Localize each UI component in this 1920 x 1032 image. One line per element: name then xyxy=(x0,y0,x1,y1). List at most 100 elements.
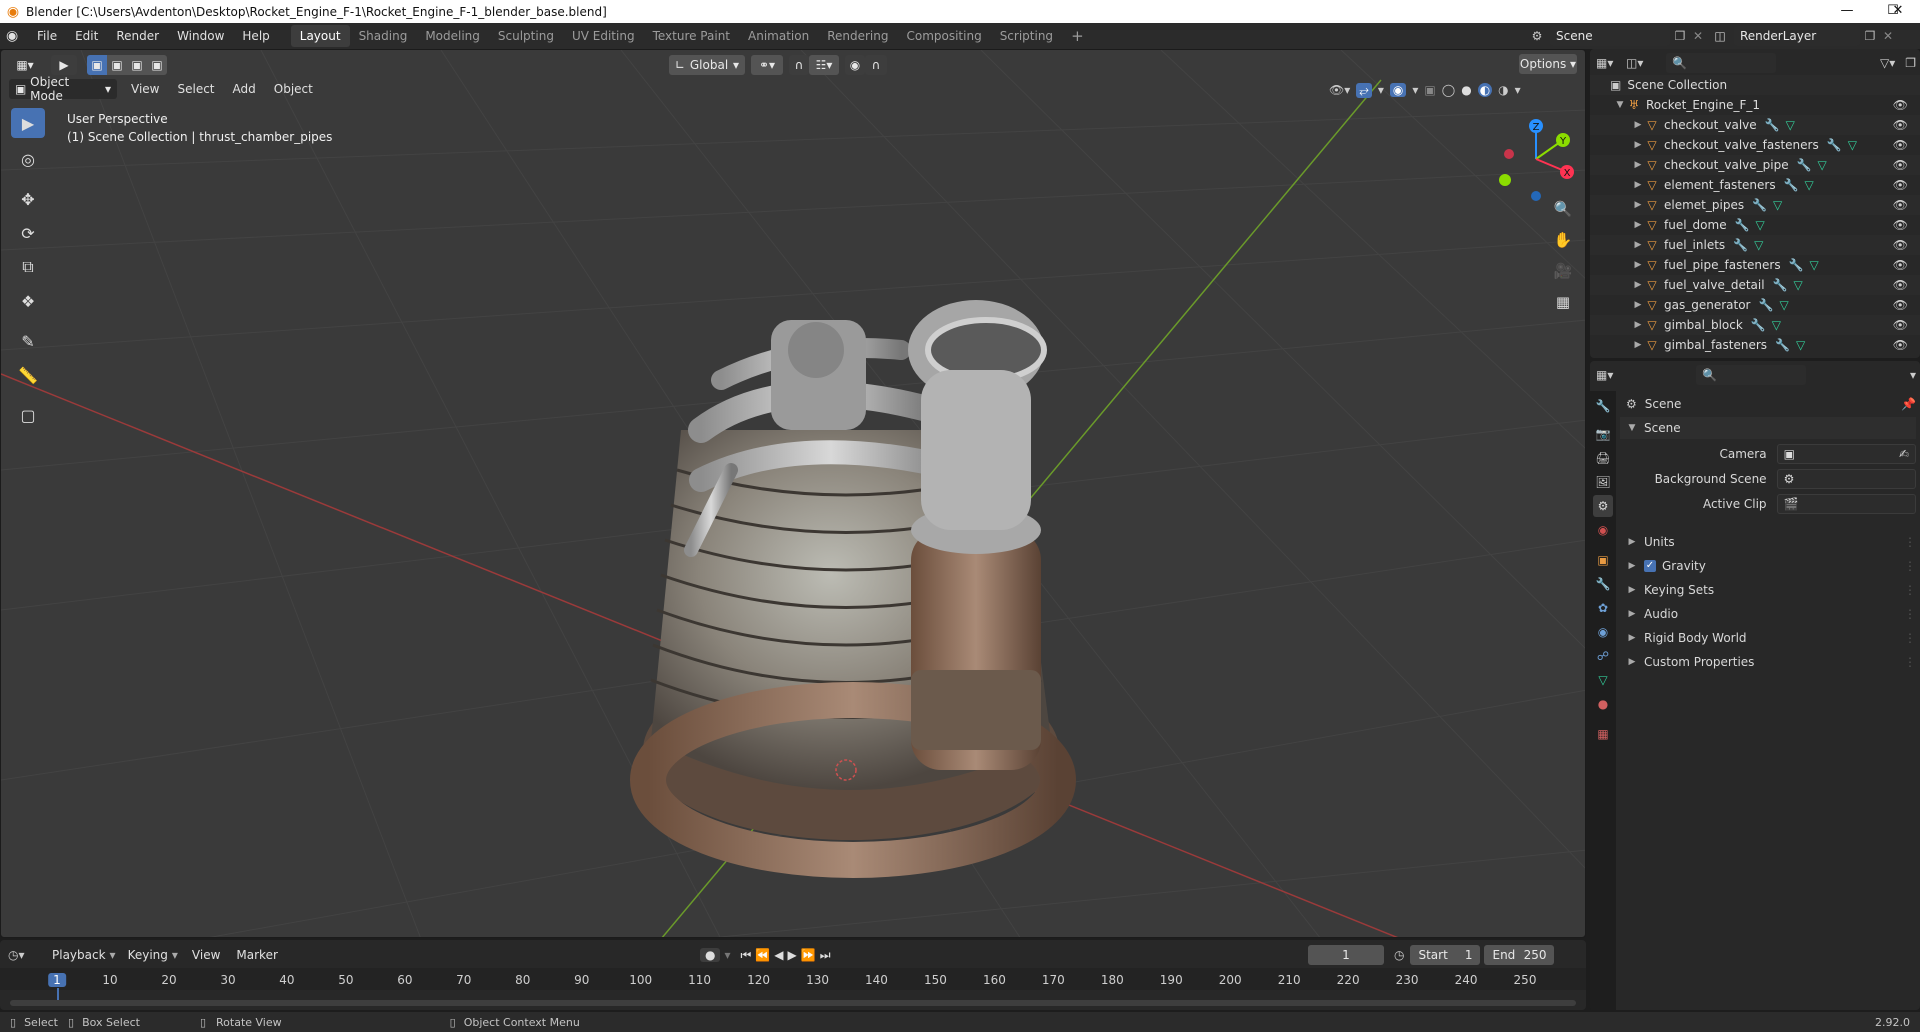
modifier-icon[interactable]: 🔧 xyxy=(1735,218,1750,232)
snap-target-button[interactable]: ☷▾ xyxy=(809,55,839,75)
tab-layout[interactable]: Layout xyxy=(290,25,350,47)
scene-selector[interactable]: Scene xyxy=(1550,26,1670,46)
options-dropdown[interactable]: Options ▾ xyxy=(1519,54,1577,74)
texture-tab-icon[interactable]: ▦ xyxy=(1593,723,1613,745)
outliner-object-row[interactable]: ▶ ▽ fuel_dome 🔧 ▽ 👁 xyxy=(1590,215,1920,235)
outliner-object-row[interactable]: ▶ ▽ checkout_valve_fasteners 🔧 ▽ 👁 xyxy=(1590,135,1920,155)
jump-end-icon[interactable]: ⏭ xyxy=(820,948,831,963)
outliner-object-row[interactable]: ▶ ▽ gimbal_fasteners 🔧 ▽ 👁 xyxy=(1590,335,1920,355)
eye-icon[interactable]: 👁 xyxy=(1893,218,1908,232)
menu-edit[interactable]: Edit xyxy=(66,25,107,47)
expand-arrow-icon[interactable]: ▶ xyxy=(1632,160,1644,170)
timeline-menu-view[interactable]: View xyxy=(192,948,220,962)
eye-icon[interactable]: 👁 xyxy=(1893,298,1908,312)
eye-icon[interactable]: 👁 xyxy=(1893,138,1908,152)
outliner-object-row[interactable]: ▶ ▽ fuel_valve_detail 🔧 ▽ 👁 xyxy=(1590,275,1920,295)
mesh-data-icon[interactable]: ▽ xyxy=(1756,218,1765,232)
play-icon[interactable]: ▶ xyxy=(788,948,797,962)
expand-arrow-icon[interactable]: ▶ xyxy=(1632,260,1644,270)
subpanel-header[interactable]: ▶ Keying Sets ⋮ xyxy=(1620,579,1916,601)
mesh-data-icon[interactable]: ▽ xyxy=(1810,258,1819,272)
modifier-icon[interactable]: 🔧 xyxy=(1751,318,1766,332)
view-layer-tab-icon[interactable]: 🖼 xyxy=(1593,471,1613,493)
view-layer-selector[interactable]: RenderLayer xyxy=(1734,26,1860,46)
record-icon[interactable]: ● xyxy=(700,948,721,962)
eye-icon[interactable]: 👁 xyxy=(1893,178,1908,192)
add-workspace-button[interactable]: + xyxy=(1062,25,1093,47)
mesh-data-icon[interactable]: ▽ xyxy=(1805,178,1814,192)
select-extend-icon[interactable]: ▣ xyxy=(107,55,127,75)
modifier-icon[interactable]: 🔧 xyxy=(1765,118,1780,132)
scale-tool-icon[interactable]: ⧉ xyxy=(11,252,45,282)
shading-options-icon[interactable]: ▾ xyxy=(1515,83,1521,97)
eye-icon[interactable]: 👁 xyxy=(1893,258,1908,272)
constraints-tab-icon[interactable]: ☍ xyxy=(1593,645,1613,667)
expand-arrow-icon[interactable]: ▶ xyxy=(1632,140,1644,150)
transform-tool-icon[interactable]: ❖ xyxy=(11,286,45,316)
modifier-icon[interactable]: 🔧 xyxy=(1758,298,1773,312)
particles-tab-icon[interactable]: ✿ xyxy=(1593,597,1613,619)
delete-view-layer-icon[interactable]: ✕ xyxy=(1880,29,1896,43)
subpanel-header[interactable]: ▶ Audio ⋮ xyxy=(1620,603,1916,625)
scene-icon[interactable]: ⚙ xyxy=(1524,29,1550,43)
select-subtract-icon[interactable]: ▣ xyxy=(127,55,147,75)
select-mode-icon[interactable]: ▶ xyxy=(51,55,77,75)
rendered-shading-icon[interactable]: ◑ xyxy=(1498,83,1508,97)
transform-orientation-dropdown[interactable]: ∟ Global ▾ xyxy=(669,55,745,75)
start-frame-field[interactable]: Start 1 xyxy=(1410,945,1481,965)
expand-arrow-icon[interactable]: ▶ xyxy=(1632,220,1644,230)
outliner-collection-row[interactable]: ▼ ♅ Rocket_Engine_F_1 👁 xyxy=(1590,95,1920,115)
tab-shading[interactable]: Shading xyxy=(350,25,417,47)
mode-dropdown[interactable]: ▣ Object Mode ▾ xyxy=(9,75,117,103)
new-scene-icon[interactable]: ❐ xyxy=(1670,29,1690,43)
view-layer-icon[interactable]: ◫ xyxy=(1706,29,1734,43)
outliner-object-row[interactable]: ▶ ▽ checkout_valve 🔧 ▽ 👁 xyxy=(1590,115,1920,135)
modifier-icon[interactable]: 🔧 xyxy=(1789,258,1804,272)
playhead-frame[interactable]: 1 xyxy=(48,973,66,987)
outliner-editor-type-icon[interactable]: ▦▾ xyxy=(1596,56,1626,70)
subpanel-header[interactable]: ▶ Rigid Body World ⋮ xyxy=(1620,627,1916,649)
material-shading-icon[interactable]: ◐ xyxy=(1477,83,1493,97)
expand-arrow-icon[interactable]: ▶ xyxy=(1632,280,1644,290)
tab-compositing[interactable]: Compositing xyxy=(897,25,990,47)
drag-handle-icon[interactable]: ⋮ xyxy=(1904,607,1916,621)
object-tab-icon[interactable]: ▣ xyxy=(1593,549,1613,571)
pivot-point-button[interactable]: ⚭▾ xyxy=(751,55,783,75)
output-tab-icon[interactable]: 🖨 xyxy=(1593,447,1613,469)
menu-help[interactable]: Help xyxy=(233,25,278,47)
eye-icon[interactable]: 👁 xyxy=(1893,318,1908,332)
render-tab-icon[interactable]: 📷 xyxy=(1593,423,1613,445)
eye-icon[interactable]: 👁 xyxy=(1893,98,1908,112)
autokey-dropdown-icon[interactable]: ▾ xyxy=(724,948,730,962)
property-field[interactable]: ⚙ xyxy=(1776,469,1916,489)
eye-icon[interactable]: 👁 xyxy=(1893,198,1908,212)
drag-handle-icon[interactable]: ⋮ xyxy=(1904,559,1916,573)
delete-scene-icon[interactable]: ✕ xyxy=(1690,29,1706,43)
mesh-data-icon[interactable]: ▽ xyxy=(1796,338,1805,352)
eye-icon[interactable]: 👁 xyxy=(1893,238,1908,252)
menu-window[interactable]: Window xyxy=(168,25,233,47)
tab-rendering[interactable]: Rendering xyxy=(818,25,897,47)
timeline-editor-type-icon[interactable]: ◷▾ xyxy=(8,948,38,962)
mesh-data-icon[interactable]: ▽ xyxy=(1754,238,1763,252)
filter-icon[interactable]: ▽▾ xyxy=(1880,56,1895,70)
minimize-button[interactable]: — xyxy=(1824,0,1870,23)
measure-tool-icon[interactable]: 📏 xyxy=(11,360,45,390)
mesh-data-icon[interactable]: ▽ xyxy=(1818,158,1827,172)
prev-keyframe-icon[interactable]: ⏪ xyxy=(755,948,770,962)
current-frame-field[interactable]: 1 xyxy=(1308,945,1384,965)
mesh-data-icon[interactable]: ▽ xyxy=(1772,318,1781,332)
new-view-layer-icon[interactable]: ❐ xyxy=(1860,29,1880,43)
eye-icon[interactable]: 👁 xyxy=(1893,158,1908,172)
expand-arrow-icon[interactable]: ▶ xyxy=(1632,300,1644,310)
cursor-tool-icon[interactable]: ◎ xyxy=(11,144,45,174)
drag-handle-icon[interactable]: ⋮ xyxy=(1904,583,1916,597)
outliner-object-row[interactable]: ▶ ▽ checkout_valve_pipe 🔧 ▽ 👁 xyxy=(1590,155,1920,175)
falloff-icon[interactable]: ∩ xyxy=(865,55,887,75)
modifier-icon[interactable]: 🔧 xyxy=(1827,138,1842,152)
expand-arrow-icon[interactable]: ▶ xyxy=(1632,180,1644,190)
blender-menu-icon[interactable]: ◉ xyxy=(6,28,28,44)
header-menu-add[interactable]: Add xyxy=(233,82,256,96)
eye-icon[interactable]: 👁 xyxy=(1893,338,1908,352)
end-frame-field[interactable]: End 250 xyxy=(1484,945,1555,965)
